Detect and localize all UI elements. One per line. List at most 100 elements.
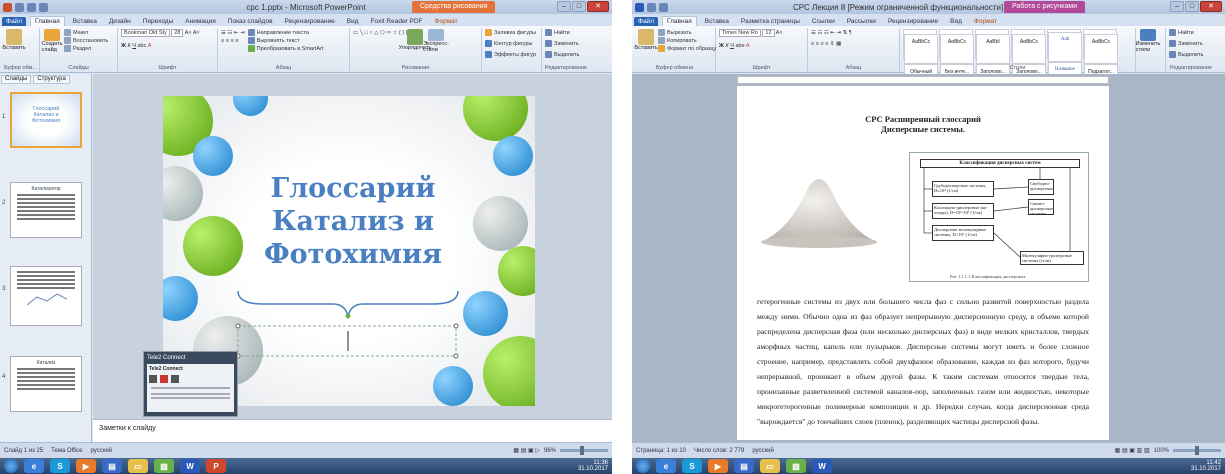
start-button[interactable] (4, 459, 18, 473)
folder-icon[interactable]: ▭ (128, 459, 148, 473)
replace-button[interactable]: Заменить (545, 40, 587, 48)
list-buttons[interactable]: ☰ ☷ ☶ ⇤ ⇥ ⇅ ¶ (811, 29, 896, 37)
font-color-button[interactable]: A (746, 43, 750, 49)
tab-format[interactable]: Формат (970, 17, 1001, 26)
font-name-select[interactable]: Bookman Old Sty (121, 29, 170, 37)
copy-button[interactable]: Копировать (658, 37, 716, 45)
paste-button[interactable]: Вставить (2, 29, 26, 53)
bold-button[interactable]: Ж (121, 43, 126, 49)
create-slide-button[interactable]: Создать слайд (42, 29, 62, 53)
tab-animation[interactable]: Анимация (181, 17, 220, 26)
folder-icon[interactable]: ▭ (760, 459, 780, 473)
shape-outline-button[interactable]: Контур фигуры (485, 40, 538, 48)
connect-icon[interactable] (149, 375, 157, 383)
language[interactable]: русский (752, 448, 774, 454)
tab-slides[interactable]: Слайды (1, 75, 32, 84)
clock[interactable]: 11:36 31.10.2017 (578, 460, 608, 472)
settings-icon[interactable] (171, 375, 179, 383)
font-name-select[interactable]: Times New Ro (719, 29, 761, 37)
clock[interactable]: 11:42 31.10.2017 (1191, 460, 1221, 472)
save-app-icon[interactable]: ▤ (102, 459, 122, 473)
grow-font-icon[interactable]: A˄ (185, 30, 192, 36)
section-button[interactable]: Раздел (64, 45, 108, 53)
view-buttons[interactable]: ▦ ▤ ▣ ▷ (513, 447, 540, 454)
minimize-button[interactable]: – (557, 1, 571, 12)
strike-button[interactable]: abe (736, 43, 745, 49)
zoom-slider[interactable] (1173, 446, 1221, 455)
select-button[interactable]: Выделить (1169, 51, 1213, 59)
tab-page-layout[interactable]: Разметка страницы (737, 17, 804, 26)
close-button[interactable]: ✕ (1200, 1, 1222, 12)
tab-review[interactable]: Рецензирование (281, 17, 339, 26)
tab-insert[interactable]: Вставка (701, 17, 733, 26)
text-direction-button[interactable]: Направление текста (247, 29, 324, 37)
tab-file[interactable]: Файл (2, 17, 26, 26)
powder-image[interactable] (759, 160, 879, 250)
bullets-button[interactable]: ☰ ☷ ⇤ ⇥ (221, 29, 245, 37)
paste-button[interactable]: Вставить (634, 29, 658, 53)
ruler[interactable] (737, 76, 1109, 84)
italic-button[interactable]: К (128, 43, 131, 49)
style-no-spacing[interactable]: AaBbCc Без инте... (939, 29, 974, 94)
arrange-button[interactable]: Упорядочить (399, 29, 431, 53)
style-heading2[interactable]: AaBbCc Заголово... (1011, 29, 1046, 94)
style-subtitle[interactable]: AaBbCc Подзагол... (1083, 29, 1118, 94)
style-heading1[interactable]: AaBbI Заголово... (975, 29, 1010, 94)
tab-insert[interactable]: Вставка (69, 17, 101, 26)
notes-pane[interactable]: Заметки к слайду (93, 419, 612, 442)
word-taskbar-icon[interactable]: W (812, 459, 832, 473)
maximize-button[interactable]: □ (572, 1, 586, 12)
context-tab-picture-tools[interactable]: Работа с рисунками (1004, 1, 1085, 13)
shrink-font-icon[interactable]: A˅ (193, 30, 200, 36)
tele2-connect-popup[interactable]: Tele2 Connect Tele2 Connect (143, 351, 238, 417)
align-buttons[interactable]: ≡ ≡ ≡ ≡ (221, 37, 245, 45)
slide-thumb-3[interactable] (10, 266, 82, 326)
save-app-icon[interactable]: ▤ (734, 459, 754, 473)
ie-icon[interactable]: e (24, 459, 44, 473)
select-button[interactable]: Выделить (545, 51, 587, 59)
cut-button[interactable]: Вырезать (658, 29, 716, 37)
tab-design[interactable]: Дизайн (105, 17, 135, 26)
tab-references[interactable]: Ссылки (808, 17, 839, 26)
page-count[interactable]: Страница: 1 из 10 (636, 448, 686, 454)
slide-thumb-1[interactable]: Глоссарий Катализ и Фотохимия (10, 92, 82, 148)
media-icon[interactable]: ▶ (76, 459, 96, 473)
replace-button[interactable]: Заменить (1169, 40, 1213, 48)
style-normal[interactable]: AaBbCc Обычный (903, 29, 938, 94)
change-styles-button[interactable]: Изменить стили (1136, 29, 1160, 53)
italic-button[interactable]: К (726, 43, 729, 49)
tab-view[interactable]: Вид (946, 17, 966, 26)
shape-fill-button[interactable]: Заливка фигуры (485, 29, 538, 37)
slide-title[interactable]: Глоссарий Катализ и Фотохимия (253, 172, 453, 271)
underline-button[interactable]: Ч (730, 43, 734, 49)
font-size-select[interactable]: 12 (762, 29, 775, 37)
image-app-icon[interactable]: ▧ (786, 459, 806, 473)
style-title[interactable]: Aab Название (1047, 29, 1082, 92)
media-icon[interactable]: ▶ (708, 459, 728, 473)
maximize-button[interactable]: □ (1185, 1, 1199, 12)
underline-button[interactable]: Ч (132, 43, 136, 49)
smartart-button[interactable]: Преобразовать в SmartArt (247, 45, 323, 53)
zoom-slider[interactable] (560, 446, 608, 455)
slide-thumb-4[interactable]: Катализ (10, 356, 82, 412)
ie-icon[interactable]: e (656, 459, 676, 473)
tab-review[interactable]: Рецензирование (884, 17, 942, 26)
tab-view[interactable]: Вид (343, 17, 363, 26)
reset-button[interactable]: Восстановить (64, 37, 108, 45)
classification-diagram[interactable]: Классификация дисперсных систем Грубодис… (909, 152, 1089, 282)
font-color-button[interactable]: A (148, 43, 152, 49)
tab-format[interactable]: Формат (431, 17, 462, 26)
tab-mailings[interactable]: Рассылки (843, 17, 880, 26)
minimize-button[interactable]: – (1170, 1, 1184, 12)
powerpoint-taskbar-icon[interactable]: P (206, 459, 226, 473)
font-size-select[interactable]: 28 (171, 29, 184, 37)
tab-home[interactable]: Главная (29, 16, 65, 26)
tab-outline[interactable]: Структура (33, 75, 70, 84)
zoom-level[interactable]: 96% (544, 448, 556, 454)
tab-file[interactable]: Файл (634, 17, 658, 26)
align-text-button[interactable]: Выровнять текст (247, 37, 324, 45)
zoom-level[interactable]: 100% (1154, 448, 1169, 454)
skype-icon[interactable]: S (682, 459, 702, 473)
close-button[interactable]: ✕ (587, 1, 609, 12)
document-page[interactable]: СРС Расширенный глоссарий Дисперсные сис… (737, 86, 1109, 440)
